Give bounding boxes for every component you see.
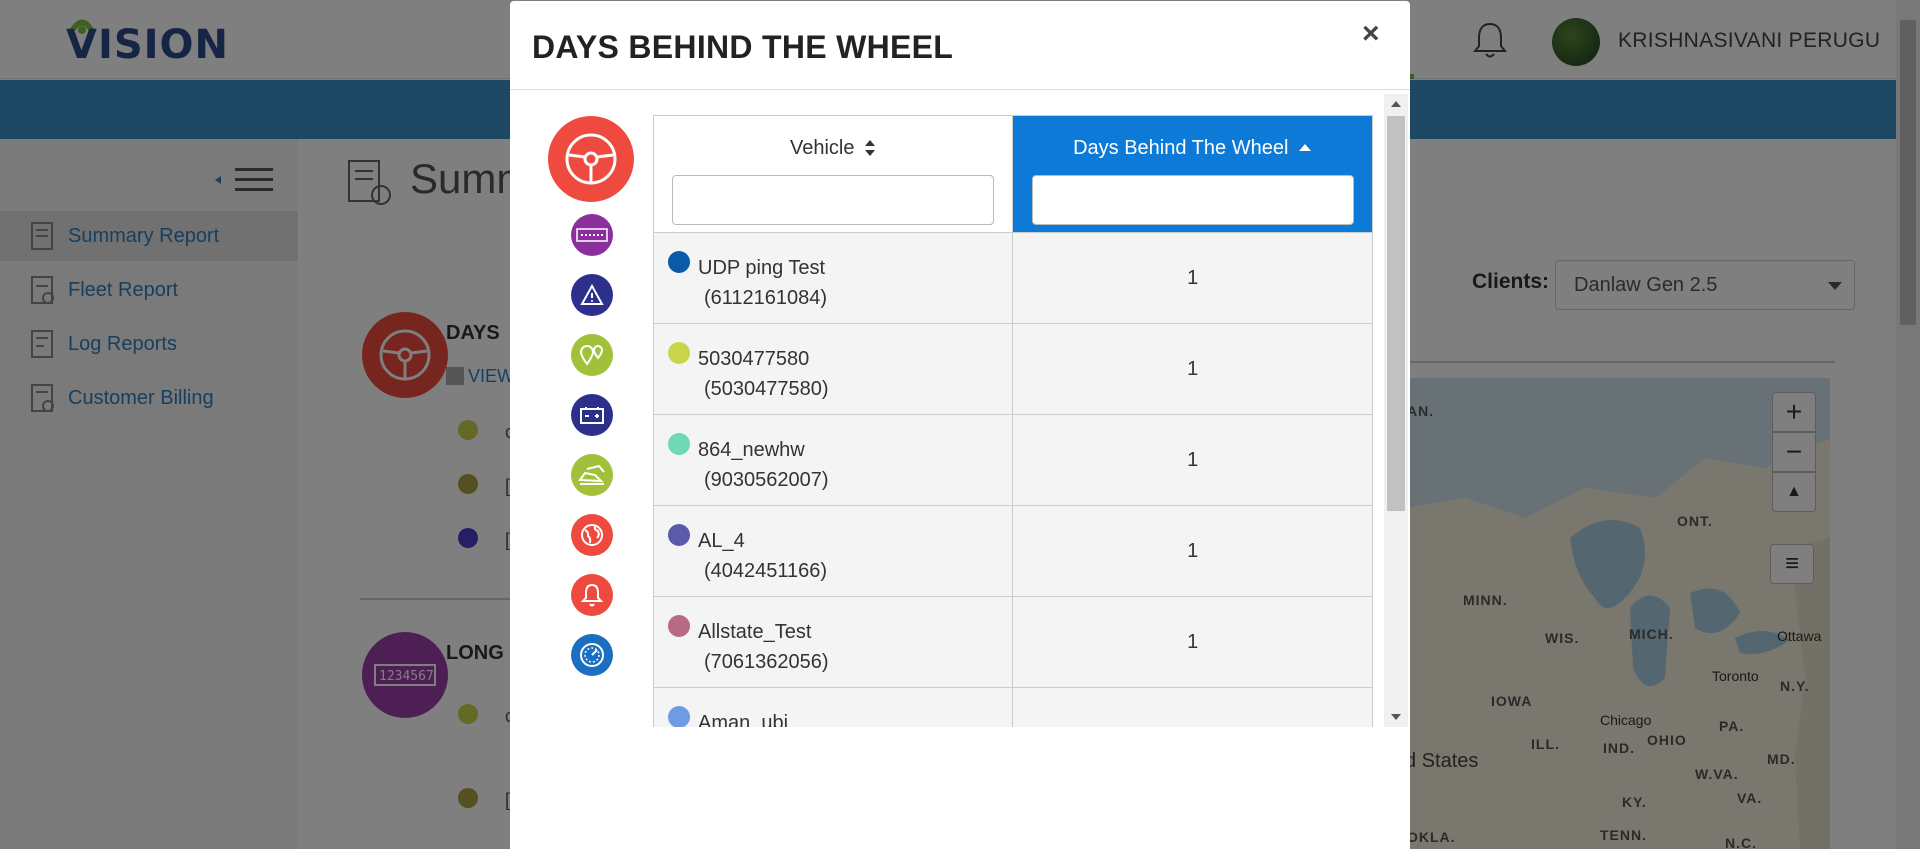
vehicle-id: (6112161084) bbox=[704, 287, 828, 309]
column-header-days[interactable]: Days Behind The Wheel bbox=[1012, 115, 1373, 233]
vehicle-name: 5030477580 bbox=[698, 348, 810, 370]
column-header-vehicle[interactable]: Vehicle bbox=[653, 115, 1014, 233]
vehicle-name: AL_4 bbox=[698, 530, 745, 552]
car-crash-icon[interactable] bbox=[571, 454, 613, 496]
vehicle-cell[interactable]: 864_newhw (9030562007) bbox=[653, 414, 1014, 506]
scroll-up-arrow-icon[interactable] bbox=[1391, 101, 1401, 107]
column-header-vehicle-label: Vehicle bbox=[789, 136, 855, 159]
vehicle-id: (4042451166) bbox=[704, 560, 828, 582]
table-row[interactable]: Allstate_Test (7061362056) 1 bbox=[653, 596, 1373, 688]
vehicle-color-dot bbox=[668, 342, 690, 364]
days-cell bbox=[1012, 687, 1373, 727]
battery-icon[interactable] bbox=[571, 394, 613, 436]
days-cell: 1 bbox=[1012, 232, 1373, 324]
vehicle-color-dot bbox=[668, 433, 690, 455]
vehicle-cell[interactable]: 5030477580 (5030477580) bbox=[653, 323, 1014, 415]
vehicle-filter-input[interactable] bbox=[672, 175, 995, 225]
vehicle-id: (9030562007) bbox=[704, 469, 829, 491]
vehicle-name: Allstate_Test bbox=[698, 621, 812, 643]
table-body: UDP ping Test (6112161084) 1 5030477580 (503… bbox=[653, 232, 1373, 727]
table-row[interactable]: Aman_ubi bbox=[653, 687, 1373, 727]
warning-icon[interactable] bbox=[571, 274, 613, 316]
vehicle-cell[interactable]: Allstate_Test (7061362056) bbox=[653, 596, 1014, 688]
days-behind-wheel-modal: DAYS BEHIND THE WHEEL × Vehicle Days Beh… bbox=[510, 1, 1410, 849]
table-row[interactable]: 864_newhw (9030562007) 1 bbox=[653, 414, 1373, 506]
table-row[interactable]: UDP ping Test (6112161084) 1 bbox=[653, 232, 1373, 324]
days-behind-wheel-table: Vehicle Days Behind The Wheel UDP ping T… bbox=[653, 115, 1373, 727]
days-cell: 1 bbox=[1012, 414, 1373, 506]
sort-both-icon bbox=[865, 140, 876, 156]
table-row[interactable]: 5030477580 (5030477580) 1 bbox=[653, 323, 1373, 415]
vehicle-color-dot bbox=[668, 706, 690, 727]
vehicle-name: 864_newhw bbox=[698, 439, 805, 461]
modal-title: DAYS BEHIND THE WHEEL bbox=[532, 29, 954, 65]
close-button[interactable]: × bbox=[1362, 17, 1380, 51]
odometer-icon[interactable] bbox=[571, 214, 613, 256]
days-cell: 1 bbox=[1012, 505, 1373, 597]
location-pins-icon[interactable] bbox=[571, 334, 613, 376]
days-filter-input[interactable] bbox=[1031, 175, 1354, 225]
vehicle-color-dot bbox=[668, 251, 690, 273]
vehicle-name: UDP ping Test bbox=[698, 257, 826, 279]
table-row[interactable]: AL_4 (4042451166) 1 bbox=[653, 505, 1373, 597]
days-cell: 1 bbox=[1012, 323, 1373, 415]
globe-icon[interactable] bbox=[571, 514, 613, 556]
table-scrollbar-thumb[interactable] bbox=[1387, 116, 1405, 511]
days-cell: 1 bbox=[1012, 596, 1373, 688]
vehicle-color-dot bbox=[668, 524, 690, 546]
days-table-container: Vehicle Days Behind The Wheel UDP ping T… bbox=[653, 115, 1374, 727]
vehicle-cell[interactable]: AL_4 (4042451166) bbox=[653, 505, 1014, 597]
sort-ascending-icon bbox=[1299, 144, 1312, 151]
speedometer-icon[interactable] bbox=[571, 634, 613, 676]
scroll-down-arrow-icon[interactable] bbox=[1391, 714, 1401, 720]
app-root: VISION TS KRISHNASIVANI PERUGU Summary R… bbox=[0, 0, 1920, 849]
vehicle-name: Aman_ubi bbox=[698, 712, 789, 727]
table-scrollbar[interactable] bbox=[1384, 94, 1408, 727]
vehicle-id: (7061362056) bbox=[704, 651, 829, 673]
steering-wheel-icon[interactable] bbox=[548, 116, 634, 202]
vehicle-id: (5030477580) bbox=[704, 378, 829, 400]
bell-alert-icon[interactable] bbox=[571, 574, 613, 616]
vehicle-cell[interactable]: UDP ping Test (6112161084) bbox=[653, 232, 1014, 324]
vehicle-color-dot bbox=[668, 615, 690, 637]
modal-header: DAYS BEHIND THE WHEEL × bbox=[510, 1, 1410, 90]
vehicle-cell[interactable]: Aman_ubi bbox=[653, 687, 1014, 727]
column-header-days-label: Days Behind The Wheel bbox=[1073, 136, 1289, 159]
